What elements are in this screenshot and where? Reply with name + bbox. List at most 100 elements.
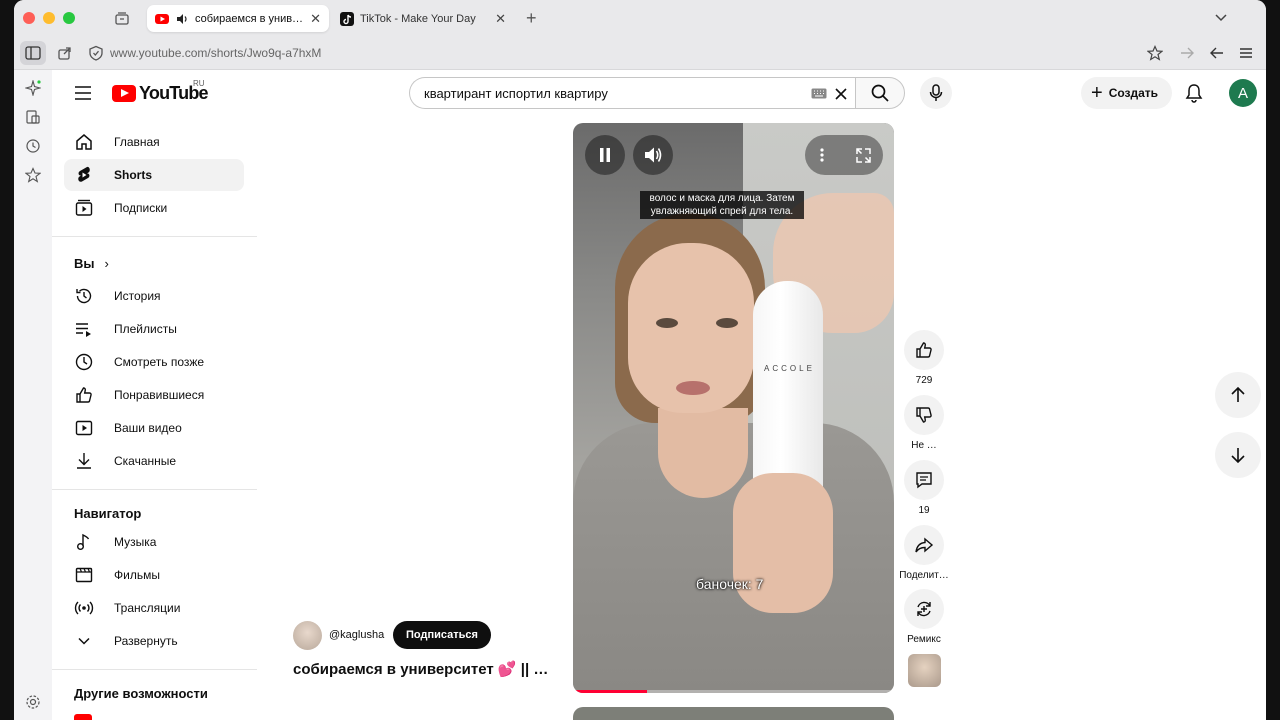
sidebar-toggle-button[interactable] (20, 41, 46, 65)
history-icon[interactable] (25, 138, 41, 154)
remix-label: Ремикс (907, 634, 941, 645)
tab-overview-icon[interactable] (114, 10, 130, 26)
menu-icon[interactable] (1238, 45, 1254, 61)
account-avatar[interactable]: A (1229, 79, 1257, 107)
pause-button[interactable] (585, 135, 625, 175)
search-icon (871, 84, 889, 102)
create-label: Создать (1108, 86, 1159, 100)
share-button[interactable] (904, 525, 944, 565)
video-frame-eye (716, 318, 738, 328)
comments-button[interactable] (904, 460, 944, 500)
favorites-star-icon[interactable] (25, 167, 41, 183)
guide-item-subscriptions[interactable]: Подписки (64, 192, 244, 224)
video-title[interactable]: собираемся в университет 💕 || … (293, 660, 548, 678)
url-field[interactable]: www.youtube.com/shorts/Jwo9q-a7hxM (110, 46, 321, 60)
maximize-window-button[interactable] (63, 12, 75, 24)
like-button[interactable] (904, 330, 944, 370)
remix-button[interactable] (904, 589, 944, 629)
thumbs-up-icon (916, 342, 932, 358)
clear-search-icon[interactable] (833, 86, 849, 102)
guide-item-history[interactable]: История (64, 280, 244, 312)
back-icon[interactable] (1209, 45, 1225, 61)
channel-avatar[interactable] (293, 621, 322, 650)
guide-item-watch-later[interactable]: Смотреть позже (64, 346, 244, 378)
shorts-video-player[interactable]: ACCOLE волос и маска для лица. Затем увл… (573, 123, 894, 693)
search-button[interactable] (855, 77, 905, 109)
playlists-icon (76, 323, 91, 337)
dislike-label: Не … (911, 440, 937, 451)
guide-item-label: Развернуть (114, 634, 178, 648)
gear-icon[interactable] (25, 694, 41, 710)
guide-item-shorts[interactable]: Shorts (64, 159, 244, 191)
create-button[interactable]: + Создать (1081, 77, 1173, 109)
guide-item-label: Shorts (114, 168, 153, 182)
downloads-icon (77, 453, 91, 469)
guide-divider (52, 489, 257, 490)
sparkle-icon[interactable] (25, 80, 41, 96)
tab-tiktok[interactable]: TikTok - Make Your Day ✕ (332, 5, 514, 32)
channel-name[interactable]: @kaglusha (329, 629, 384, 641)
more-vertical-icon[interactable] (819, 147, 825, 163)
previous-short-button[interactable] (1215, 372, 1261, 418)
share-page-icon[interactable] (57, 45, 73, 61)
guide-item-label: Подписки (114, 201, 168, 215)
youtube-favicon-icon (155, 13, 169, 24)
guide-item-your-videos[interactable]: Ваши видео (64, 412, 244, 444)
youtube-logo-icon (112, 85, 136, 102)
guide-item-label: Трансляции (114, 601, 181, 615)
subscribe-button[interactable]: Подписаться (393, 621, 491, 649)
shield-icon[interactable] (88, 45, 104, 61)
volume-button[interactable] (633, 135, 673, 175)
chevron-down-icon (78, 637, 90, 645)
arrow-down-icon (1231, 448, 1245, 464)
next-short-button[interactable] (1215, 432, 1261, 478)
guide-you-heading[interactable]: Вы › (74, 256, 109, 271)
history-icon (76, 288, 92, 304)
guide-item-label: Ваши видео (114, 421, 182, 435)
home-icon (76, 134, 92, 150)
voice-search-button[interactable] (920, 77, 952, 109)
close-tab-icon[interactable]: ✕ (310, 11, 321, 27)
video-frame-brand: ACCOLE (764, 364, 815, 373)
guide-item-label: Скачанные (114, 454, 177, 468)
pause-icon (600, 148, 610, 162)
search-input[interactable]: квартирант испортил квартиру (409, 77, 855, 109)
video-caption: волос и маска для лица. Затем увлажняющи… (640, 191, 804, 219)
notifications-bell-icon[interactable] (1184, 83, 1204, 103)
guide-item-liked[interactable]: Понравившиеся (64, 379, 244, 411)
guide-item-music[interactable]: Музыка (64, 526, 244, 558)
fullscreen-icon[interactable] (855, 147, 872, 164)
liked-icon (76, 387, 92, 403)
guide-menu-icon[interactable] (74, 85, 92, 101)
forward-icon[interactable] (1179, 45, 1195, 61)
speaker-icon[interactable] (175, 12, 189, 26)
video-subtitle: баночек: 7 (696, 576, 764, 592)
guide-item-playlists[interactable]: Плейлисты (64, 313, 244, 345)
reading-list-icon[interactable] (25, 109, 41, 125)
minimize-window-button[interactable] (43, 12, 55, 24)
keyboard-icon[interactable] (811, 88, 827, 99)
guide-item-live[interactable]: Трансляции (64, 592, 244, 624)
bookmark-star-icon[interactable] (1147, 45, 1163, 61)
dislike-button[interactable] (904, 395, 944, 435)
youtube-premium-icon[interactable] (74, 714, 92, 720)
close-tab-icon[interactable]: ✕ (495, 11, 506, 27)
tab-title: собираемся в университет (195, 12, 305, 25)
close-window-button[interactable] (23, 12, 35, 24)
guide-item-home[interactable]: Главная (64, 126, 244, 158)
new-tab-icon[interactable]: + (526, 8, 537, 29)
tab-youtube[interactable]: собираемся в университет ✕ (147, 5, 329, 32)
volume-icon (645, 147, 662, 163)
subscriptions-icon (75, 199, 93, 216)
arrow-up-icon (1231, 386, 1245, 402)
remix-icon (917, 601, 931, 617)
next-short-preview[interactable] (573, 707, 894, 720)
guide-item-downloads[interactable]: Скачанные (64, 445, 244, 477)
tab-bar: собираемся в университет ✕ TikTok - Make… (14, 0, 1266, 36)
chevron-down-icon[interactable] (1214, 10, 1228, 29)
guide-item-expand[interactable]: Развернуть (64, 625, 244, 657)
guide-item-label: История (114, 289, 161, 303)
guide-item-movies[interactable]: Фильмы (64, 559, 244, 591)
guide-item-label: Главная (114, 135, 160, 149)
sound-thumbnail[interactable] (908, 654, 941, 687)
